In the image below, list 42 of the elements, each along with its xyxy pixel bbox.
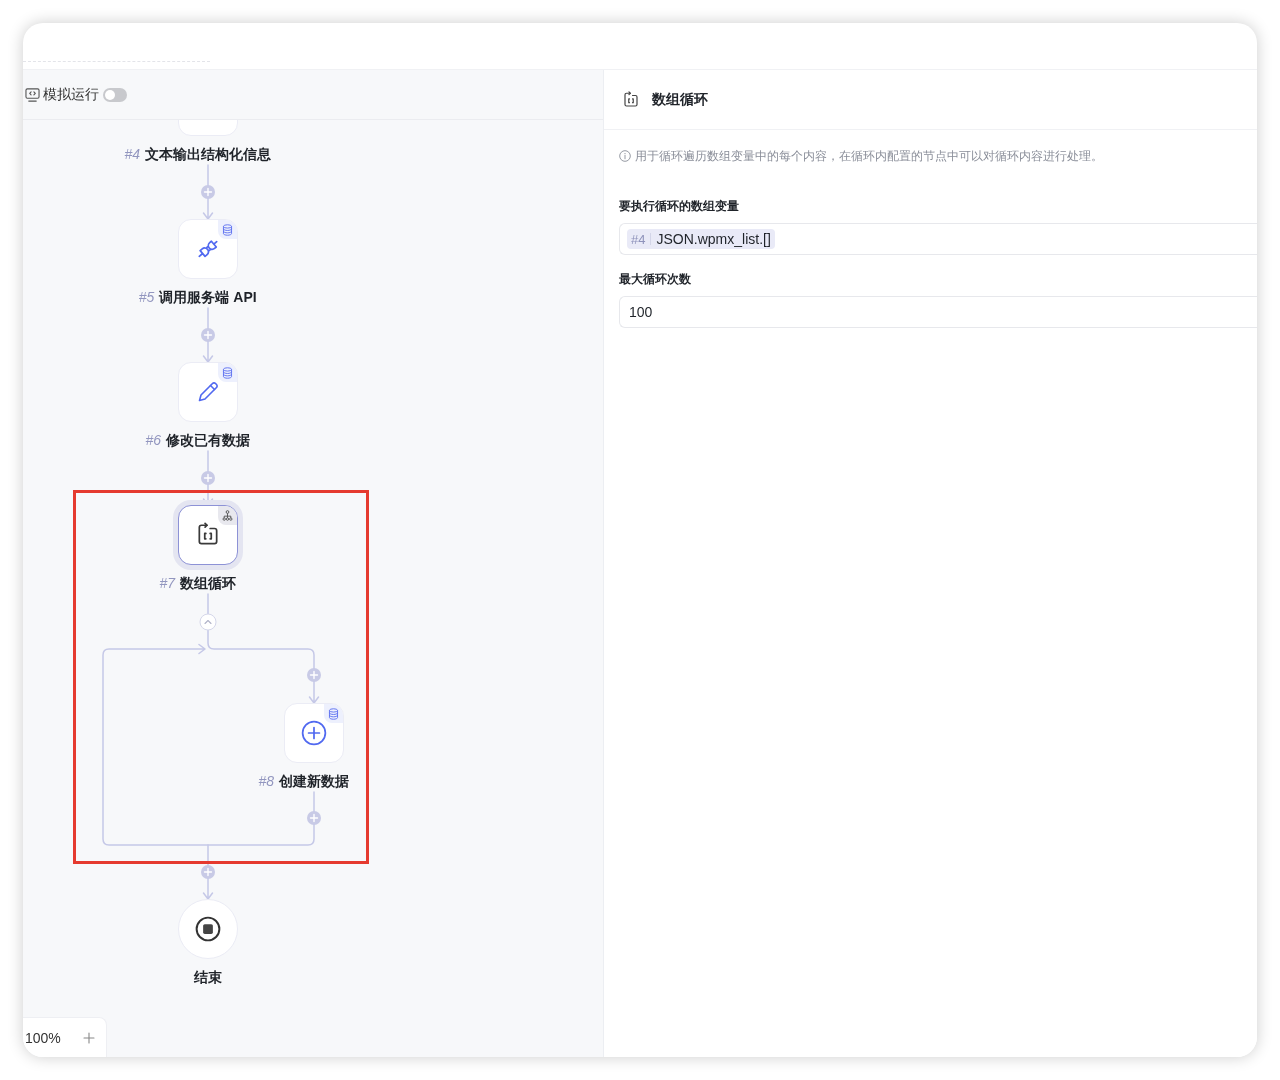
monitor-code-icon[interactable] <box>25 87 40 102</box>
variable-field[interactable]: #4 JSON.wpmx_list.[] <box>619 223 1257 255</box>
stop-icon <box>195 916 221 942</box>
field-label: 最大循环次数 <box>619 271 692 288</box>
loop-icon <box>195 522 221 548</box>
database-icon <box>324 704 343 723</box>
info-icon <box>619 150 631 162</box>
node-title: 文本输出结构化信息 <box>145 146 271 162</box>
input-field[interactable]: 100 <box>619 296 1257 328</box>
zoom-level: 100% <box>25 1029 61 1046</box>
node-number: #6 <box>145 431 161 450</box>
plus-icon[interactable] <box>201 471 215 485</box>
hint-text: 用于循环遍历数组变量中的每个内容，在循环内配置的节点中可以对循环内容进行处理。 <box>635 148 1103 165</box>
simulate-toggle[interactable] <box>103 87 127 102</box>
node-title: 修改已有数据 <box>166 432 250 448</box>
zoom-in-icon[interactable] <box>82 1031 95 1044</box>
variable-source: #4 <box>631 231 646 247</box>
plus-icon[interactable] <box>201 865 215 879</box>
node-number: #5 <box>138 288 155 307</box>
plus-icon[interactable] <box>307 811 321 825</box>
plus-circle-icon <box>301 720 327 746</box>
database-icon <box>218 363 237 382</box>
plus-icon[interactable] <box>201 328 215 342</box>
variable-path: JSON.wpmx_list.[] <box>656 231 771 247</box>
plus-icon[interactable] <box>307 668 321 682</box>
hierarchy-icon <box>218 506 237 525</box>
connector-line <box>207 593 209 615</box>
simulate-label: 模拟运行 <box>43 85 99 104</box>
field-label: 要执行循环的数组变量 <box>619 198 740 215</box>
pencil-icon <box>196 380 220 404</box>
loop-icon <box>622 90 640 109</box>
node-title: 数组循环 <box>180 575 236 591</box>
node-number: #8 <box>258 772 274 791</box>
panel-title: 数组循环 <box>652 90 708 109</box>
database-icon <box>218 220 237 239</box>
node-title: 创建新数据 <box>279 773 349 789</box>
node-title: 调用服务端 API <box>159 289 257 305</box>
collapse-button[interactable] <box>199 613 217 631</box>
node-number: #4 <box>124 145 140 164</box>
plus-icon[interactable] <box>201 185 215 199</box>
node-title: 结束 <box>194 969 222 985</box>
node-number: #7 <box>159 574 175 593</box>
